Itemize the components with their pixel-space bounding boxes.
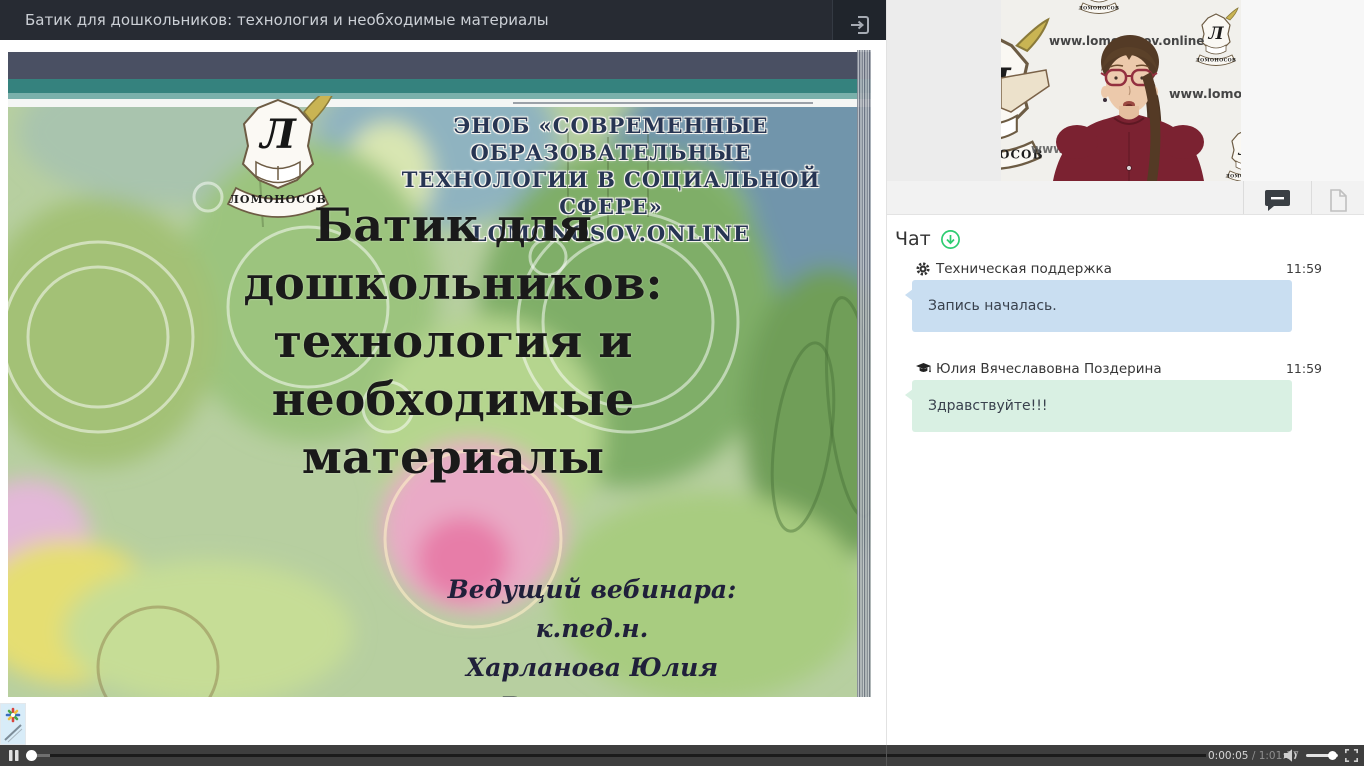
tab-chat[interactable] [1243,181,1311,214]
chat-title: Чат [895,228,931,250]
message-text: Запись началась. [928,298,1057,314]
presenter-credit: Ведущий вебинара: к.пед.н. Харланова Юли… [392,570,792,697]
volume-button[interactable] [1283,749,1299,762]
volume-handle[interactable] [1328,751,1337,760]
gear-icon [916,262,930,280]
panel-toolbar [887,181,1364,215]
message-text: Здравствуйте!!! [928,398,1047,414]
exit-button[interactable] [832,0,886,40]
fullscreen-icon [1345,749,1358,762]
org-line: ЭНОБ «СОВРЕМЕННЫЕ ОБРАЗОВАТЕЛЬНЫЕ [353,112,869,166]
webcam-area: Л ЛОМОНОСОВ www.lomonosov.online www.lom… [887,0,1364,181]
webcam-letterbox-right [1241,0,1364,181]
fullscreen-button[interactable] [1344,749,1358,762]
tab-files[interactable] [1311,181,1364,214]
chat-download-button[interactable] [940,229,961,250]
message-author-row: Юлия Вячеславовна Поздерина 11:59 [916,361,1336,379]
presenter-line: Викторовна [392,687,792,697]
graduation-cap-icon [916,362,931,379]
chat-panel: Чат Техничес [887,215,1364,745]
slide-video[interactable]: Л ЛОМОНОСОВ ЭНОБ «СОВРЕМЕННЫЕ ОБРАЗОВАТЕ… [8,50,871,697]
message-author: Юлия Вячеславовна Поздерина [936,361,1162,377]
chat-header: Чат [895,228,961,250]
presenter-line: Харланова Юлия [392,648,792,687]
controlbar-divider [886,745,887,766]
webinar-window: Батик для дошкольников: технология и нео… [0,0,1364,766]
presentation-area: Л ЛОМОНОСОВ ЭНОБ «СОВРЕМЕННЫЕ ОБРАЗОВАТЕ… [0,40,886,745]
top-bar: Батик для дошкольников: технология и нео… [0,0,886,40]
progress-bar[interactable] [28,754,1206,757]
current-time: 0:00:05 [1208,750,1248,762]
progress-handle[interactable] [26,750,37,761]
message-author: Техническая поддержка [936,261,1112,277]
pointer-star-icon [1,704,25,744]
time-separator: / [1248,750,1258,762]
slide-title: Батик для дошкольников: технология и нео… [133,196,773,486]
player-controls: 0:00:05 / 1:01:17 [0,745,1364,766]
message-time: 11:59 [1286,261,1322,276]
message-bubble: Здравствуйте!!! [912,380,1292,432]
backdrop-url-text-partial: www.lomonoso [1169,86,1241,101]
slide-title-line: дошкольников: [133,254,773,312]
message-bubble: Запись началась. [912,280,1292,332]
side-panel: Л ЛОМОНОСОВ www.lomonosov.online www.lom… [886,0,1364,745]
download-circle-icon [940,229,961,250]
slide-title-line: необходимые [133,370,773,428]
presenter-video-frame: Л ЛОМОНОСОВ www.lomonosov.online www.lom… [1001,0,1241,181]
slide-title-line: Батик для [133,196,773,254]
slide-top-band [8,52,871,79]
exit-icon [849,14,871,36]
slide-page-edge [857,50,871,697]
slide-title-line: технология и [133,312,773,370]
slide-teal-band [8,79,871,93]
webcam-letterbox-left [887,0,1001,181]
pause-icon [8,749,20,762]
slide-title-line: материалы [133,428,773,486]
presenter-line: Ведущий вебинара: к.пед.н. [392,570,792,648]
chat-bubble-icon [1264,189,1291,212]
volume-slider[interactable] [1306,754,1338,757]
speaker-icon [1284,749,1299,762]
document-icon [1329,189,1348,212]
annotation-thumbnail[interactable] [0,703,26,745]
presenter-webcam[interactable]: Л ЛОМОНОСОВ www.lomonosov.online www.lom… [1001,0,1241,181]
message-time: 11:59 [1286,361,1322,376]
pause-button[interactable] [6,749,22,762]
logo-letter: Л [258,111,297,158]
message-author-row: Техническая поддержка 11:59 [916,261,1336,279]
webinar-title: Батик для дошкольников: технология и нео… [25,0,549,40]
